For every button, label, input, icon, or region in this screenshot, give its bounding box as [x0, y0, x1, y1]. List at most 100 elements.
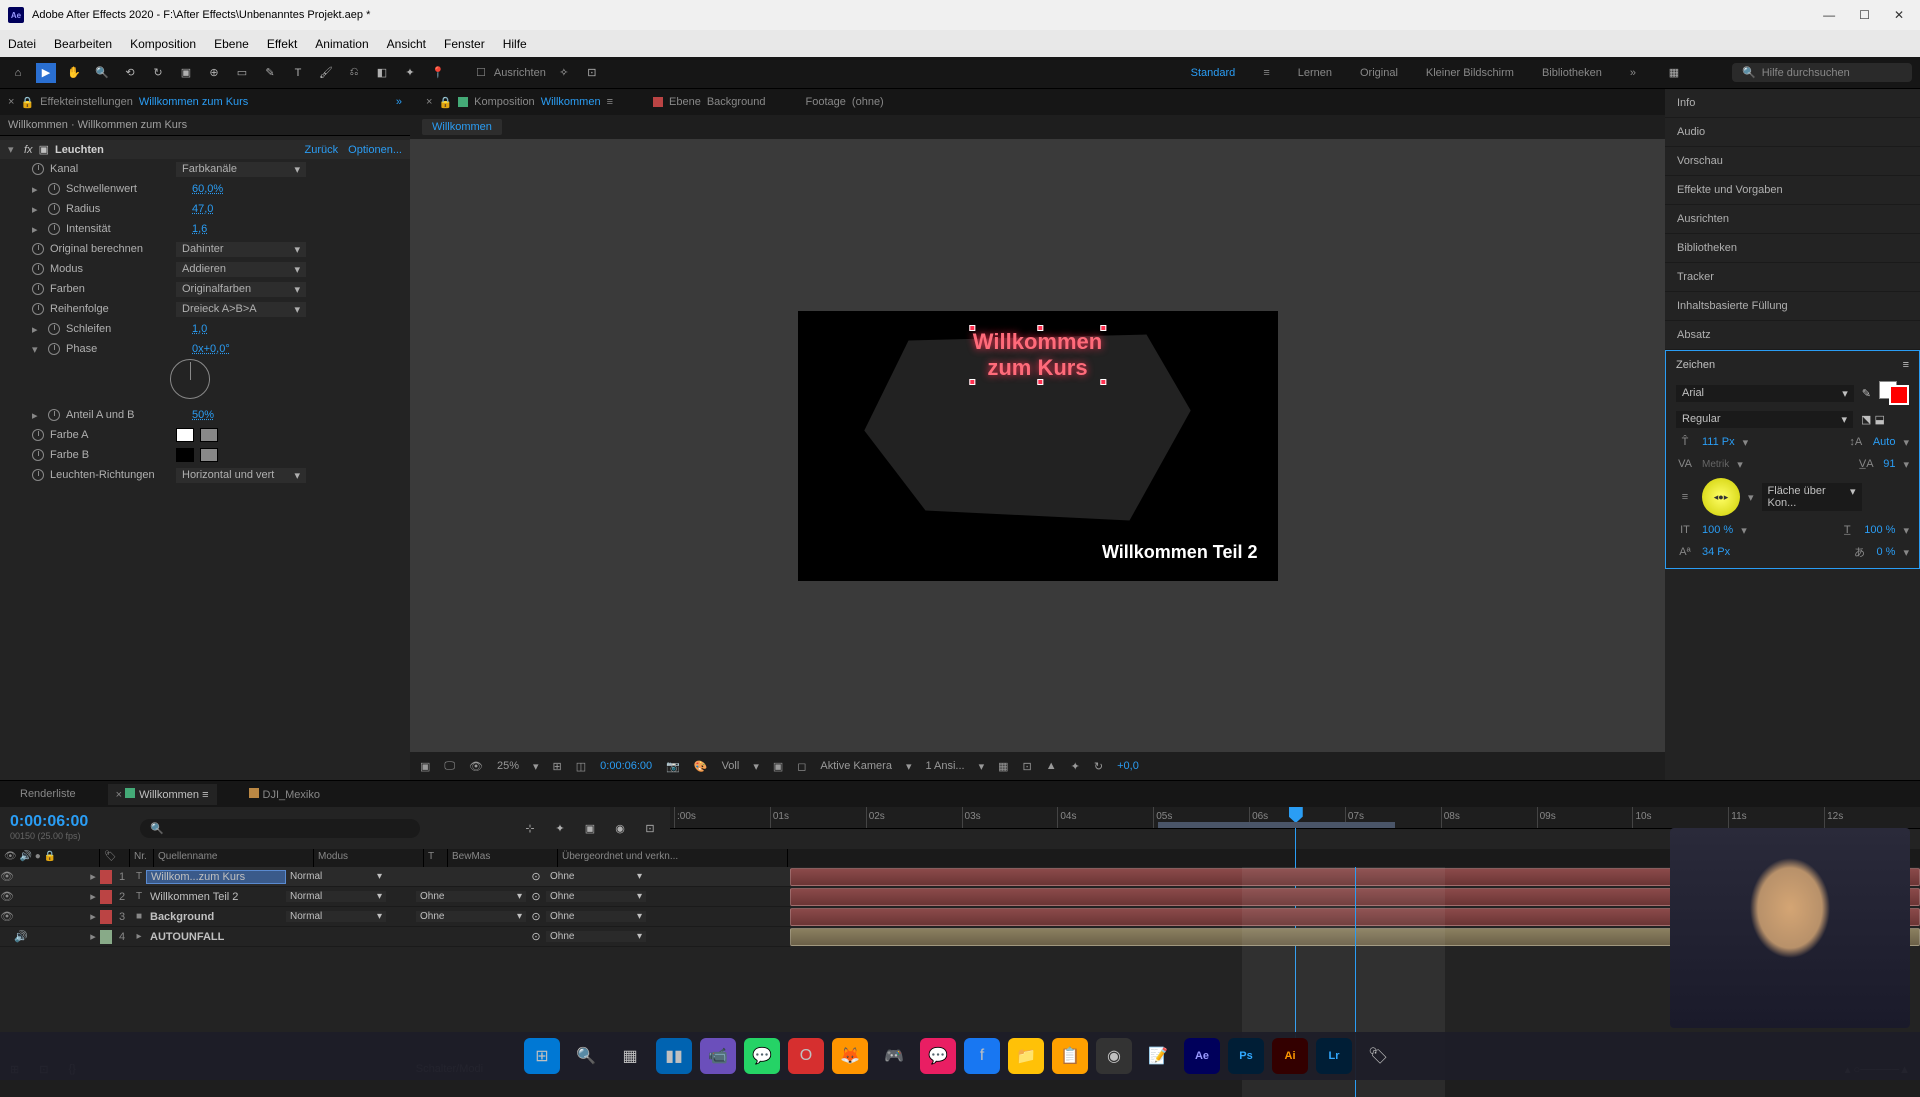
app-icon[interactable]: 📹	[700, 1038, 736, 1074]
fx-toggle-icon[interactable]: ▣	[39, 143, 49, 156]
tl-tool-icon[interactable]: ⊹	[520, 818, 540, 838]
puppet-tool[interactable]: 📍	[428, 63, 448, 83]
search-icon[interactable]: 🔍	[568, 1038, 604, 1074]
layer-row-3[interactable]: 👁 ▸ 3 ■ Background Normal▾ Ohne▾ ⊙ Ohne▾	[0, 907, 790, 927]
eyedropper-a-icon[interactable]	[200, 428, 218, 442]
panel-info[interactable]: Info	[1665, 89, 1920, 118]
panel-vorschau[interactable]: Vorschau	[1665, 147, 1920, 176]
phase-value[interactable]: 0x+0,0°	[192, 343, 230, 355]
viewer-icon[interactable]: ▲	[1046, 760, 1057, 772]
snap2-icon[interactable]: ⊡	[582, 63, 602, 83]
mode-dropdown[interactable]: Normal▾	[286, 871, 386, 882]
fill-stroke-dropdown[interactable]: Fläche über Kon...▾	[1762, 483, 1862, 511]
clone-tool[interactable]: ⎌	[344, 63, 364, 83]
home-icon[interactable]: ⌂	[8, 63, 28, 83]
lock-icon[interactable]: 🔒	[20, 96, 34, 109]
menu-animation[interactable]: Animation	[315, 37, 368, 51]
tab-close-icon[interactable]: ×	[8, 96, 14, 108]
stroke-width-scrubber[interactable]: ◂●▸	[1702, 478, 1740, 516]
layer-name[interactable]: Willkommen Teil 2	[146, 891, 286, 903]
menu-ansicht[interactable]: Ansicht	[387, 37, 426, 51]
parent-dropdown[interactable]: Ohne▾	[546, 911, 646, 922]
viewer-icon[interactable]: 🖵	[444, 760, 455, 773]
viewer-icon[interactable]: ◻	[797, 760, 806, 773]
selection-tool[interactable]: ▶	[36, 63, 56, 83]
richtung-dropdown[interactable]: Horizontal und vert▾	[176, 468, 306, 483]
anteil-value[interactable]: 50%	[192, 409, 214, 421]
visibility-icon[interactable]: 👁	[0, 910, 14, 923]
hand-tool[interactable]: ✋	[64, 63, 84, 83]
stopwatch-icon[interactable]	[32, 429, 44, 441]
viewer-icon[interactable]: ↻	[1094, 760, 1103, 773]
exposure-value[interactable]: +0,0	[1117, 760, 1139, 772]
menu-effekt[interactable]: Effekt	[267, 37, 297, 51]
tsume-value[interactable]: 0 %	[1877, 546, 1896, 558]
color-mgmt-icon[interactable]: 🎨	[694, 760, 708, 773]
panel-effekte[interactable]: Effekte und Vorgaben	[1665, 176, 1920, 205]
effect-tab[interactable]: Effekteinstellungen	[40, 96, 133, 108]
tl-tool-icon[interactable]: ◉	[610, 818, 630, 838]
viewer-area[interactable]: Willkommenzum Kurs Willkommen Teil 2	[410, 139, 1665, 752]
viewer-icon[interactable]: ✦	[1071, 760, 1080, 773]
app-icon[interactable]: 📋	[1052, 1038, 1088, 1074]
menu-fenster[interactable]: Fenster	[444, 37, 485, 51]
app-icon[interactable]: ▮▮	[656, 1038, 692, 1074]
stopwatch-icon[interactable]	[48, 183, 60, 195]
layer-name[interactable]: Background	[146, 911, 286, 923]
schwellenwert-value[interactable]: 60,0%	[192, 183, 223, 195]
panel-audio[interactable]: Audio	[1665, 118, 1920, 147]
explorer-icon[interactable]: 📁	[1008, 1038, 1044, 1074]
visibility-icon[interactable]: 👁	[0, 890, 14, 903]
view-dropdown[interactable]: Aktive Kamera	[820, 760, 892, 772]
comp-tab[interactable]: ×🔒Komposition Willkommen ≡	[426, 96, 613, 109]
stopwatch-icon[interactable]	[32, 263, 44, 275]
tl-tool-icon[interactable]: ⊡	[640, 818, 660, 838]
timeline-timecode[interactable]: 0:00:06:00 00150 (25.00 fps)	[0, 807, 130, 849]
pen-tool[interactable]: ✎	[260, 63, 280, 83]
label-color[interactable]	[100, 930, 112, 944]
app-icon[interactable]: O	[788, 1038, 824, 1074]
tab-dji[interactable]: DJI_Mexiko	[241, 784, 328, 805]
expand-icon[interactable]: ▸	[32, 203, 42, 216]
effect-header[interactable]: ▾ fx ▣ Leuchten Zurück Optionen...	[0, 140, 410, 159]
kerning-value[interactable]: Metrik	[1702, 459, 1729, 470]
menu-ebene[interactable]: Ebene	[214, 37, 249, 51]
parent-dropdown[interactable]: Ohne▾	[546, 891, 646, 902]
font-style-dropdown[interactable]: Regular▾	[1676, 411, 1853, 428]
start-button[interactable]: ⊞	[524, 1038, 560, 1074]
viewer-icon[interactable]: ⊞	[553, 760, 562, 773]
font-size-value[interactable]: 111 Px	[1702, 436, 1735, 448]
menu-bearbeiten[interactable]: Bearbeiten	[54, 37, 112, 51]
label-color[interactable]	[100, 870, 112, 884]
expand-icon[interactable]: ▸	[32, 223, 42, 236]
stopwatch-icon[interactable]	[32, 243, 44, 255]
phase-dial[interactable]	[170, 359, 210, 399]
mode-dropdown[interactable]: Normal▾	[286, 911, 386, 922]
farbe-b-swatch[interactable]	[176, 448, 194, 462]
radius-value[interactable]: 47,0	[192, 203, 213, 215]
viewer-icon[interactable]: ⊡	[1023, 760, 1032, 773]
expand-icon[interactable]: ▾	[8, 143, 18, 156]
viewer-icon[interactable]: 👁	[469, 760, 483, 773]
panel-inhaltsfuellung[interactable]: Inhaltsbasierte Füllung	[1665, 292, 1920, 321]
workspace-original[interactable]: Original	[1360, 67, 1398, 79]
zoom-value[interactable]: 25%	[497, 760, 519, 772]
shape-tool[interactable]: ▭	[232, 63, 252, 83]
farben-dropdown[interactable]: Originalfarben▾	[176, 282, 306, 297]
expand-icon[interactable]: ▸	[32, 323, 42, 336]
messenger-icon[interactable]: 💬	[920, 1038, 956, 1074]
viewer-icon[interactable]: ▦	[998, 760, 1008, 773]
viewer-icon[interactable]: ▣	[420, 760, 430, 773]
layer-tab[interactable]: Ebene Background	[653, 96, 766, 108]
expand-icon[interactable]: ▸	[32, 409, 42, 422]
swap-colors-icon[interactable]: ⬔ ⬓	[1861, 413, 1909, 426]
roto-tool[interactable]: ✦	[400, 63, 420, 83]
stopwatch-icon[interactable]	[48, 223, 60, 235]
tl-tool-icon[interactable]: ▣	[580, 818, 600, 838]
help-search[interactable]: 🔍 Hilfe durchsuchen	[1732, 63, 1912, 82]
obs-icon[interactable]: ◉	[1096, 1038, 1132, 1074]
layer-name[interactable]: AUTOUNFALL	[146, 931, 286, 943]
text-layer-1[interactable]: Willkommenzum Kurs	[973, 329, 1102, 382]
leading-value[interactable]: Auto	[1873, 436, 1896, 448]
farbe-a-swatch[interactable]	[176, 428, 194, 442]
